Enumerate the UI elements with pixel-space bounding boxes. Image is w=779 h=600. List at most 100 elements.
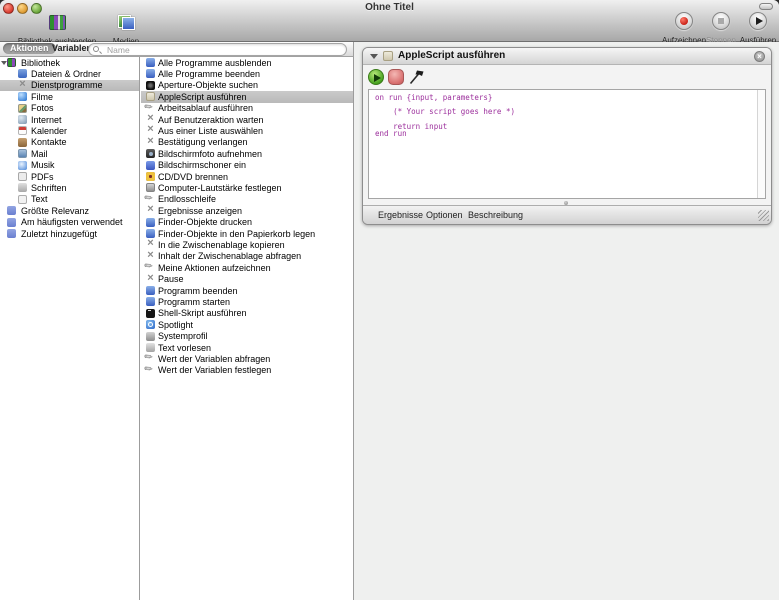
movies-icon [18,92,27,101]
action-item-spotlight[interactable]: Spotlight [141,319,353,330]
sidebar-item-gr-te-relevanz[interactable]: Größte Relevanz [0,205,139,216]
action-item-auf-benutzeraktion-warten[interactable]: Auf Benutzeraktion warten [141,114,353,125]
action-item-programm-starten[interactable]: Programm starten [141,296,353,307]
workflow-canvas[interactable]: AppleScript ausführen × on run {input, p… [354,42,779,600]
photos-icon [18,104,27,113]
search-field[interactable] [88,43,347,56]
toolbar-toggle-lozenge[interactable] [759,3,773,10]
internet-icon [18,115,27,124]
action-item-ergebnisse-anzeigen[interactable]: Ergebnisse anzeigen [141,205,353,216]
sidebar-item-bibliothek[interactable]: Bibliothek [0,57,139,68]
sidebar-item-kalender[interactable]: Kalender [0,125,139,136]
action-item-shell-skript-ausf-hren[interactable]: Shell-Skript ausführen [141,308,353,319]
action-item-label: Programm starten [158,297,230,308]
sidebar-item-label: Text [31,194,48,205]
action-item-inhalt-der-zwischenablage-abfragen[interactable]: Inhalt der Zwischenablage abfragen [141,251,353,262]
sidebar-item-fotos[interactable]: Fotos [0,103,139,114]
resize-grip-handle[interactable] [758,210,769,221]
terminal-icon [146,309,155,318]
contacts-icon [18,138,27,147]
action-item-label: In die Zwischenablage kopieren [158,240,285,251]
sidebar-item-dienstprogramme[interactable]: Dienstprogramme [0,80,139,91]
tab-variablen[interactable]: Variablen [52,43,92,54]
filter-bar: Aktionen Variablen [0,42,354,57]
sidebar-item-label: Zuletzt hinzugefügt [21,229,97,240]
action-item-applescript-ausf-hren[interactable]: AppleScript ausführen [141,91,353,102]
automator-window: Ohne Titel Bibliothek ausblenden Medien … [0,0,779,600]
app-icon [146,218,155,227]
tab-ergebnisse[interactable]: Ergebnisse [378,210,423,220]
compile-hammer-icon[interactable] [408,68,426,85]
action-item-label: Ergebnisse anzeigen [158,206,242,217]
action-item-label: CD/DVD brennen [158,172,228,183]
action-item-bildschirmschoner-ein[interactable]: Bildschirmschoner ein [141,160,353,171]
close-action-icon[interactable]: × [754,51,765,62]
sidebar-item-schriften[interactable]: Schriften [0,182,139,193]
tab-optionen[interactable]: Optionen [426,210,463,220]
action-item-cd-dvd-brennen[interactable]: CD/DVD brennen [141,171,353,182]
volume-icon [146,183,155,192]
action-item-finder-objekte-drucken[interactable]: Finder-Objekte drucken [141,217,353,228]
run-script-icon[interactable] [368,69,384,85]
action-item-alle-programme-ausblenden[interactable]: Alle Programme ausblenden [141,57,353,68]
library-books-icon [7,58,16,67]
action-item-bildschirmfoto-aufnehmen[interactable]: Bildschirmfoto aufnehmen [141,148,353,159]
tab-beschreibung[interactable]: Beschreibung [468,210,523,220]
stop-script-icon[interactable] [388,69,404,85]
search-input[interactable] [105,44,340,55]
action-item-aperture-objekte-suchen[interactable]: Aperture-Objekte suchen [141,80,353,91]
script-editor[interactable]: on run {input, parameters} (* Your scrip… [368,89,766,199]
action-item-aus-einer-liste-ausw-hlen[interactable]: Aus einer Liste auswählen [141,125,353,136]
sidebar-item-internet[interactable]: Internet [0,114,139,125]
action-block-footer: Ergebnisse Optionen Beschreibung [363,205,771,224]
action-item-best-tigung-verlangen[interactable]: Bestätigung verlangen [141,137,353,148]
sidebar-item-label: Schriften [31,183,67,194]
toolbar-run-button[interactable]: Ausführen [736,12,779,45]
applescript-action-block: AppleScript ausführen × on run {input, p… [362,47,772,225]
sidebar-item-mail[interactable]: Mail [0,148,139,159]
app-icon [146,286,155,295]
action-item-programm-beenden[interactable]: Programm beenden [141,285,353,296]
sidebar-item-am-h-ufigsten-verwendet[interactable]: Am häufigsten verwendet [0,217,139,228]
action-item-wert-der-variablen-festlegen[interactable]: Wert der Variablen festlegen [141,365,353,376]
sidebar-item-label: Mail [31,149,48,160]
record-icon [675,12,693,30]
action-block-header[interactable]: AppleScript ausführen × [363,48,771,65]
utilities-icon [146,206,155,215]
fonts-icon [18,183,27,192]
sidebar-item-label: Dateien & Ordner [31,69,101,80]
disclosure-triangle-icon[interactable] [370,54,378,59]
action-item-label: Auf Benutzeraktion warten [158,115,264,126]
sidebar-item-label: Dienstprogramme [31,80,103,91]
sidebar-item-filme[interactable]: Filme [0,91,139,102]
action-item-systemprofil[interactable]: Systemprofil [141,331,353,342]
sidebar-item-kontakte[interactable]: Kontakte [0,137,139,148]
action-item-label: Arbeitsablauf ausführen [158,103,253,114]
action-item-computer-lautst-rke-festlegen[interactable]: Computer-Lautstärke festlegen [141,182,353,193]
action-item-arbeitsablauf-ausf-hren[interactable]: Arbeitsablauf ausführen [141,103,353,114]
action-item-pause[interactable]: Pause [141,274,353,285]
mail-icon [18,149,27,158]
sysprofile-icon [146,332,155,341]
script-scrollbar[interactable] [757,90,765,198]
action-item-finder-objekte-in-den-papierkorb-legen[interactable]: Finder-Objekte in den Papierkorb legen [141,228,353,239]
sidebar-item-zuletzt-hinzugef-gt[interactable]: Zuletzt hinzugefügt [0,228,139,239]
action-item-label: Text vorlesen [158,343,211,354]
actions-pane: Alle Programme ausblendenAlle Programme … [141,57,354,600]
action-item-text-vorlesen[interactable]: Text vorlesen [141,342,353,353]
action-item-label: Programm beenden [158,286,238,297]
action-item-label: Spotlight [158,320,193,331]
action-item-endlosschleife[interactable]: Endlosschleife [141,194,353,205]
action-item-meine-aktionen-aufzeichnen[interactable]: Meine Aktionen aufzeichnen [141,262,353,273]
applescript-code[interactable]: on run {input, parameters} (* Your scrip… [369,90,765,137]
sidebar-item-text[interactable]: Text [0,194,139,205]
sidebar-item-musik[interactable]: Musik [0,160,139,171]
action-item-wert-der-variablen-abfragen[interactable]: Wert der Variablen abfragen [141,353,353,364]
sidebar-item-label: Internet [31,115,62,126]
tab-aktionen[interactable]: Aktionen [3,43,56,54]
action-item-alle-programme-beenden[interactable]: Alle Programme beenden [141,68,353,79]
action-item-in-die-zwischenablage-kopieren[interactable]: In die Zwischenablage kopieren [141,239,353,250]
music-icon [18,161,27,170]
sidebar-item-pdfs[interactable]: PDFs [0,171,139,182]
action-item-label: Alle Programme beenden [158,69,260,80]
